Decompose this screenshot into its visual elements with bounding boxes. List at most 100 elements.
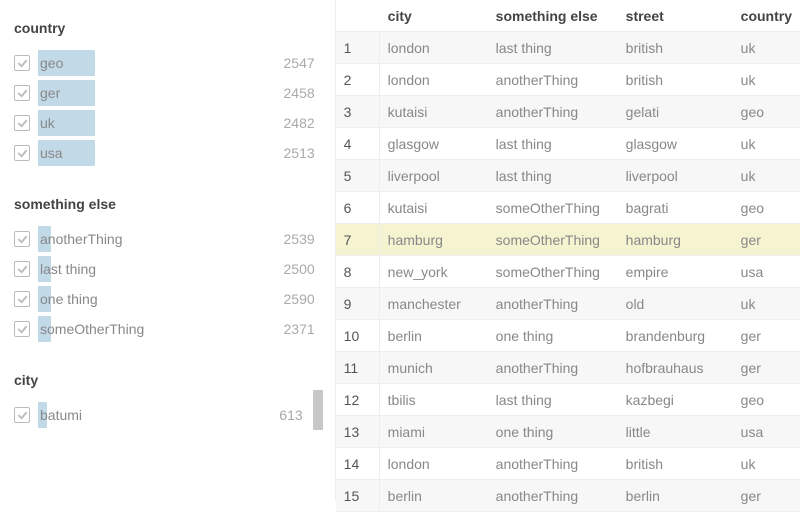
table-row[interactable]: 2londonanotherThingbritishuk: [336, 64, 800, 96]
cell-something: last thing: [488, 392, 618, 408]
checkbox-icon[interactable]: [14, 115, 30, 131]
checkbox-icon[interactable]: [14, 261, 30, 277]
facet-count: 2590: [284, 291, 321, 307]
facet-count: 2547: [284, 55, 321, 71]
col-header-city[interactable]: city: [380, 8, 488, 24]
cell-street: gelati: [618, 104, 733, 120]
col-header-street[interactable]: street: [618, 8, 733, 24]
cell-country: uk: [733, 72, 800, 88]
row-number: 7: [336, 224, 380, 255]
row-number: 13: [336, 416, 380, 447]
cell-country: uk: [733, 136, 800, 152]
cell-something: anotherThing: [488, 72, 618, 88]
row-number: 3: [336, 96, 380, 127]
cell-country: geo: [733, 104, 800, 120]
cell-city: glasgow: [380, 136, 488, 152]
facet-label: last thing: [40, 261, 284, 277]
table-row[interactable]: 15berlinanotherThingberlinger: [336, 480, 800, 512]
table-row[interactable]: 10berlinone thingbrandenburgger: [336, 320, 800, 352]
checkbox-icon[interactable]: [14, 321, 30, 337]
cell-country: geo: [733, 200, 800, 216]
cell-city: miami: [380, 424, 488, 440]
table-row[interactable]: 1londonlast thingbritishuk: [336, 32, 800, 64]
checkbox-icon[interactable]: [14, 85, 30, 101]
checkbox-icon[interactable]: [14, 231, 30, 247]
cell-city: liverpool: [380, 168, 488, 184]
checkbox-icon[interactable]: [14, 145, 30, 161]
facet-label: ger: [40, 85, 284, 101]
table-row[interactable]: 13miamione thinglittleusa: [336, 416, 800, 448]
row-number: 6: [336, 192, 380, 223]
row-number: 14: [336, 448, 380, 479]
cell-city: london: [380, 72, 488, 88]
cell-street: empire: [618, 264, 733, 280]
row-number: 9: [336, 288, 380, 319]
cell-something: anotherThing: [488, 488, 618, 504]
facet-count: 2539: [284, 231, 321, 247]
facet-item[interactable]: usa2513: [10, 138, 325, 168]
facet-sidebar: countrygeo2547ger2458uk2482usa2513someth…: [0, 0, 335, 501]
scrollbar-thumb[interactable]: [313, 390, 323, 430]
facet-item[interactable]: uk2482: [10, 108, 325, 138]
facet-item[interactable]: one thing2590: [10, 284, 325, 314]
table-row[interactable]: 3kutaisianotherThinggelatigeo: [336, 96, 800, 128]
row-number: 4: [336, 128, 380, 159]
cell-street: little: [618, 424, 733, 440]
cell-country: uk: [733, 296, 800, 312]
facet-count: 2513: [284, 145, 321, 161]
facet-item[interactable]: anotherThing2539: [10, 224, 325, 254]
table-row[interactable]: 7hamburgsomeOtherThinghamburgger: [336, 224, 800, 256]
cell-city: berlin: [380, 328, 488, 344]
table-row[interactable]: 11munichanotherThinghofbrauhausger: [336, 352, 800, 384]
row-number: 10: [336, 320, 380, 351]
table-row[interactable]: 14londonanotherThingbritishuk: [336, 448, 800, 480]
cell-street: berlin: [618, 488, 733, 504]
col-header-something[interactable]: something else: [488, 8, 618, 24]
table-row[interactable]: 5liverpoollast thingliverpooluk: [336, 160, 800, 192]
table-row[interactable]: 9manchesteranotherThingolduk: [336, 288, 800, 320]
row-number: 8: [336, 256, 380, 287]
cell-street: liverpool: [618, 168, 733, 184]
facet-label: usa: [40, 145, 284, 161]
cell-city: new_york: [380, 264, 488, 280]
cell-country: usa: [733, 424, 800, 440]
cell-street: british: [618, 40, 733, 56]
facet-label: one thing: [40, 291, 284, 307]
facet-count: 613: [279, 407, 308, 423]
facet-item[interactable]: geo2547: [10, 48, 325, 78]
cell-city: kutaisi: [380, 200, 488, 216]
cell-city: tbilis: [380, 392, 488, 408]
table-row[interactable]: 8new_yorksomeOtherThingempireusa: [336, 256, 800, 288]
cell-country: ger: [733, 488, 800, 504]
facet-item[interactable]: last thing2500: [10, 254, 325, 284]
cell-country: ger: [733, 328, 800, 344]
table-row[interactable]: 6kutaisisomeOtherThingbagratigeo: [336, 192, 800, 224]
cell-something: anotherThing: [488, 104, 618, 120]
col-header-country[interactable]: country: [733, 8, 800, 24]
cell-street: hofbrauhaus: [618, 360, 733, 376]
checkbox-icon[interactable]: [14, 291, 30, 307]
col-header-num[interactable]: [336, 0, 380, 31]
cell-street: hamburg: [618, 232, 733, 248]
facet-label: uk: [40, 115, 284, 131]
facet-count: 2500: [284, 261, 321, 277]
table-row[interactable]: 12tbilislast thingkazbegigeo: [336, 384, 800, 416]
cell-street: bagrati: [618, 200, 733, 216]
facet-item[interactable]: someOtherThing2371: [10, 314, 325, 344]
cell-street: british: [618, 456, 733, 472]
checkbox-icon[interactable]: [14, 55, 30, 71]
checkbox-icon[interactable]: [14, 407, 30, 423]
facet-item[interactable]: ger2458: [10, 78, 325, 108]
facet-label: someOtherThing: [40, 321, 284, 337]
cell-street: kazbegi: [618, 392, 733, 408]
row-number: 2: [336, 64, 380, 95]
table-row[interactable]: 4glasgowlast thingglasgowuk: [336, 128, 800, 160]
cell-something: someOtherThing: [488, 232, 618, 248]
row-number: 5: [336, 160, 380, 191]
facet-label: batumi: [40, 407, 279, 423]
facet-label: geo: [40, 55, 284, 71]
facet-item[interactable]: batumi613: [10, 400, 325, 430]
cell-country: ger: [733, 360, 800, 376]
cell-street: british: [618, 72, 733, 88]
facet-group-city: citybatumi613: [10, 372, 325, 430]
